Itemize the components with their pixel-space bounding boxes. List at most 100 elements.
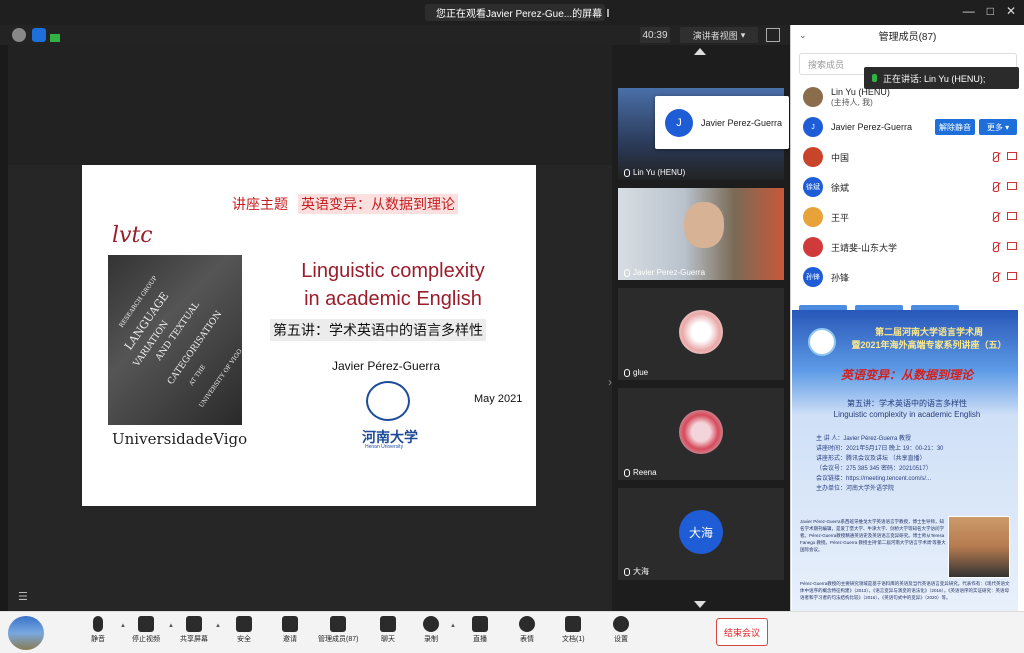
signal-icon[interactable]: [50, 34, 60, 42]
participant-status-icons: [991, 212, 1017, 222]
tile-name-label: glue: [633, 368, 649, 377]
participant-name: 王靖斐-山东大学: [831, 242, 897, 253]
poster-info-line: 主办单位：河南大学外语学院: [816, 486, 895, 492]
scroll-down-icon[interactable]: [694, 601, 706, 608]
avatar: J: [665, 108, 693, 137]
participants-icon: [330, 616, 347, 632]
slide-topic: 讲座主题 英语变异：从数据到理论: [232, 194, 458, 214]
participant-name: 徐斌: [831, 182, 850, 193]
window-controls: — □ ✕: [963, 4, 1016, 18]
close-button[interactable]: ✕: [1006, 4, 1016, 18]
list-icon[interactable]: ☰: [18, 590, 28, 603]
settings-button[interactable]: 设置: [613, 616, 629, 644]
chevron-up-icon[interactable]: ▲: [450, 623, 456, 629]
video-tile[interactable]: Javier Perez-Guerra: [618, 188, 784, 280]
logo: [808, 328, 836, 356]
tile-name: Lin Yu (HENU): [624, 168, 685, 177]
video-tile[interactable]: 大海 大海: [618, 488, 784, 580]
title-bar: 您正在观看Javier Perez-Gue...的屏幕 — □ ✕: [0, 0, 1024, 25]
camera-off-icon[interactable]: [1007, 242, 1017, 250]
mic-muted-icon[interactable]: [991, 152, 1001, 162]
participant-role: (主持人, 我): [831, 97, 873, 107]
avatar: [803, 207, 823, 227]
avatar: [679, 310, 723, 354]
participant-hover-card[interactable]: J Javier Perez-Guerra: [655, 96, 789, 149]
add-user-icon: [282, 616, 298, 632]
toolbar-label: 安全: [237, 636, 251, 643]
mic-icon: [624, 268, 630, 277]
mic-muted-icon[interactable]: [991, 272, 1001, 282]
chevron-up-icon[interactable]: ▲: [120, 623, 126, 629]
mic-muted-icon[interactable]: [991, 212, 1001, 222]
live-stream-button[interactable]: 直播: [472, 616, 488, 644]
security-button[interactable]: 安全: [236, 616, 252, 644]
scroll-up-icon[interactable]: [694, 48, 706, 55]
video-tile[interactable]: Reena: [618, 388, 784, 480]
screen-share-banner[interactable]: 您正在观看Javier Perez-Gue...的屏幕: [425, 4, 610, 21]
participant-name: Javier Perez-Guerra: [831, 122, 913, 132]
participant-row[interactable]: 孙锋 孙锋: [791, 262, 1024, 292]
camera-off-icon[interactable]: [1007, 152, 1017, 160]
chevron-up-icon[interactable]: ▲: [168, 623, 174, 629]
mic-muted-icon[interactable]: [991, 242, 1001, 252]
slide-title-line: Linguistic complexity: [301, 260, 485, 282]
toolbar-label: 共享屏幕: [180, 636, 208, 643]
chevron-down-icon: ▾: [740, 29, 746, 40]
participant-row[interactable]: 王平: [791, 202, 1024, 232]
chevron-down-icon[interactable]: ⌄: [799, 30, 807, 41]
camera-off-icon[interactable]: [1007, 212, 1017, 220]
reactions-button[interactable]: 表情: [519, 616, 535, 644]
maximize-button[interactable]: □: [987, 4, 994, 18]
participant-row[interactable]: 王靖斐-山东大学: [791, 232, 1024, 262]
camera-off-icon[interactable]: [1007, 272, 1017, 280]
avatar: [679, 410, 723, 454]
chat-button[interactable]: 聊天: [380, 616, 396, 644]
poster-bio-2: Pérez-Guerra教授的主要研究领域是基于语料库的英语及当代英语语言变异研…: [800, 581, 1010, 600]
toolbar-label: 邀请: [283, 636, 297, 643]
avatar: [803, 237, 823, 257]
minimize-button[interactable]: —: [963, 4, 975, 18]
unmute-button[interactable]: 解除静音: [935, 119, 975, 135]
mic-icon: [624, 168, 630, 177]
participant-row[interactable]: 中国: [791, 142, 1024, 172]
meeting-window: 您正在观看Javier Perez-Gue...的屏幕 — □ ✕ 40:39 …: [0, 0, 1024, 653]
chevron-up-icon[interactable]: ▲: [215, 623, 221, 629]
toolbar-label: 文档(1): [562, 636, 585, 643]
camera-off-icon[interactable]: [1007, 182, 1017, 190]
avatar: J: [803, 117, 823, 137]
view-mode-button[interactable]: 演讲者视图 ▾: [680, 27, 758, 43]
speaker-photo: [948, 516, 1010, 578]
manage-participants-button[interactable]: 管理成员(87): [318, 616, 358, 644]
henan-university-seal: [366, 381, 410, 421]
meeting-toolbar: 静音 ▲ 停止视频 ▲ 共享屏幕 ▲ 安全 邀请 管理成员(87) 聊天 录制 …: [0, 611, 1024, 653]
chat-icon: [380, 616, 396, 632]
participant-row[interactable]: 徐斌 徐斌: [791, 172, 1024, 202]
stop-video-button[interactable]: 停止视频: [132, 616, 160, 644]
fullscreen-icon[interactable]: [766, 28, 780, 42]
menu-icon[interactable]: [607, 8, 610, 17]
toolbar-label: 聊天: [381, 636, 395, 643]
participant-name: 孙锋: [831, 272, 850, 283]
mute-button[interactable]: 静音: [91, 616, 105, 644]
meeting-timer: 40:39: [640, 27, 670, 43]
more-button[interactable]: 更多 ▾: [979, 119, 1017, 135]
toolbar-label: 设置: [614, 636, 628, 643]
shield-icon[interactable]: [32, 28, 46, 42]
record-button[interactable]: 录制: [423, 616, 439, 644]
lvtc-logo: lvtc: [112, 223, 153, 248]
lecture-poster: 第二届河南大学语言学术周 暨2021年海外高端专家系列讲座（五） 英语变异：从数…: [792, 310, 1018, 611]
participant-row[interactable]: J Javier Perez-Guerra 解除静音 更多 ▾: [791, 112, 1024, 142]
end-meeting-button[interactable]: 结束会议: [716, 618, 768, 646]
mic-muted-icon[interactable]: [991, 182, 1001, 192]
poster-title: 第二届河南大学语言学术周 暨2021年海外高端专家系列讲座（五）: [844, 326, 1014, 352]
share-screen-button[interactable]: 共享屏幕: [180, 616, 208, 644]
avatar: [803, 87, 823, 107]
invite-button[interactable]: 邀请: [282, 616, 298, 644]
lecture-subtitle: 第五讲：学术英语中的语言多样性: [270, 319, 486, 341]
poster-info: 主 讲 人：Javier Pérez-Guerra 教授 讲座时间：2021年5…: [816, 434, 1011, 494]
video-tile[interactable]: glue: [618, 288, 784, 380]
documents-button[interactable]: 文档(1): [562, 616, 585, 644]
self-avatar[interactable]: [8, 616, 44, 650]
participant-status-icons: [991, 182, 1017, 192]
info-icon[interactable]: [12, 28, 26, 42]
